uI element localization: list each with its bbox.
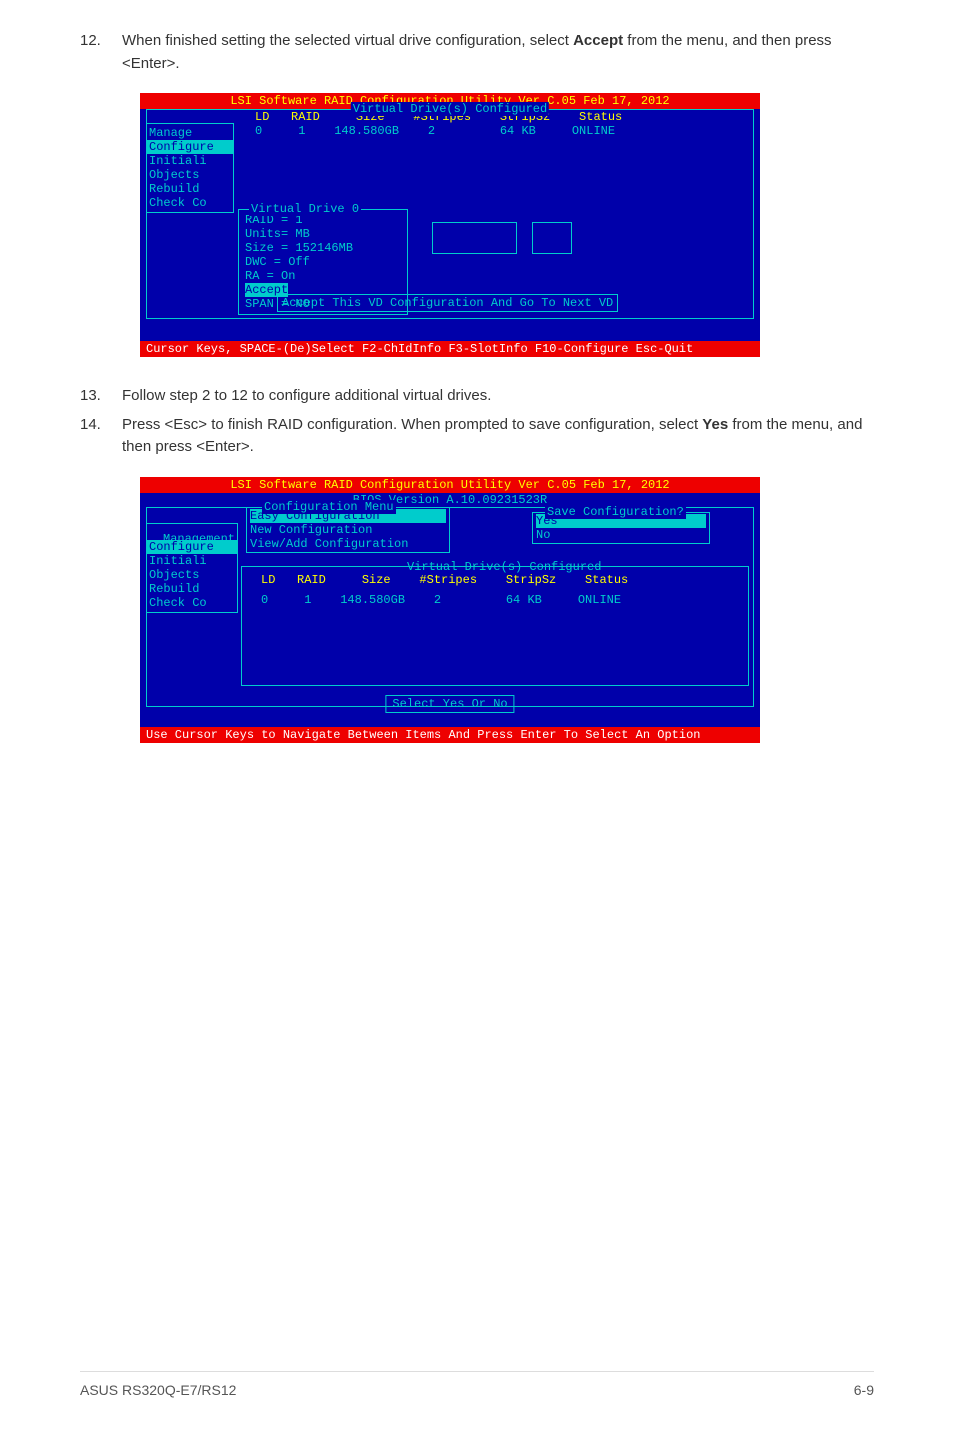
step-text-part: When finished setting the selected virtu… (122, 32, 573, 49)
vd-line[interactable]: SPAN = NO (245, 297, 401, 311)
menu-item[interactable]: Initiali (147, 154, 233, 168)
step-bold: Yes (702, 416, 728, 433)
step-number: 13. (80, 385, 122, 408)
config-menu-title: Configuration Menu (262, 500, 396, 514)
step-text-part: Press <Esc> to finish RAID configuration… (122, 416, 702, 433)
step-number: 12. (80, 30, 122, 75)
menu-item[interactable]: Check Co (147, 596, 237, 610)
bios-footer: Use Cursor Keys to Navigate Between Item… (140, 727, 760, 743)
select-prompt: Select Yes Or No (385, 695, 514, 713)
menu-item[interactable]: Objects (147, 168, 233, 182)
menu-item[interactable]: Manage (147, 126, 233, 140)
vd-rect (432, 222, 517, 254)
bios-screenshot-2: LSI Software RAID Configuration Utility … (140, 477, 760, 743)
vd-line[interactable]: Units= MB (245, 227, 401, 241)
config-menu-item[interactable]: View/Add Configuration (250, 537, 446, 551)
step-text: Follow step 2 to 12 to configure additio… (122, 385, 874, 408)
step-12: 12. When finished setting the selected v… (80, 30, 874, 75)
menu-item[interactable]: Check Co (147, 196, 233, 210)
vd-line[interactable]: DWC = Off (245, 255, 401, 269)
vd-rect (532, 222, 572, 254)
step-13: 13. Follow step 2 to 12 to configure add… (80, 385, 874, 408)
vd-title: Virtual Drive 0 (249, 202, 361, 216)
step-bold: Accept (573, 32, 623, 49)
vd-line-selected[interactable]: Accept (245, 283, 288, 297)
step-number: 14. (80, 414, 122, 459)
config-menu-item[interactable]: New Configuration (250, 523, 446, 537)
configuration-menu: Configuration Menu Easy Configuration Ne… (246, 507, 450, 553)
menu-item[interactable]: Rebuild (147, 582, 237, 596)
vd-configured-label: Virtual Drive(s) Configured (351, 102, 549, 116)
bios-screenshot-1: LSI Software RAID Configuration Utility … (140, 93, 760, 357)
page-footer: ASUS RS320Q-E7/RS12 6-9 (80, 1371, 874, 1398)
save-title: Save Configuration? (545, 505, 686, 519)
save-configuration-box: Save Configuration? Yes No (532, 512, 710, 544)
vd-line[interactable]: RA = On (245, 269, 401, 283)
main-menu: Configure Initiali Objects Rebuild Check… (146, 523, 238, 613)
step-text: When finished setting the selected virtu… (122, 30, 874, 75)
footer-right: 6-9 (854, 1382, 874, 1398)
vd-configured-label: Virtual Drive(s) Configured (407, 560, 601, 574)
menu-item[interactable]: Initiali (147, 554, 237, 568)
vd-line[interactable]: Size = 152146MB (245, 241, 401, 255)
menu-item[interactable]: Objects (147, 568, 237, 582)
bios-footer: Cursor Keys, SPACE-(De)Select F2-ChIdInf… (140, 341, 760, 357)
footer-left: ASUS RS320Q-E7/RS12 (80, 1382, 236, 1398)
save-no[interactable]: No (536, 528, 706, 542)
table-row: 0 1 148.580GB 2 64 KB ONLINE (147, 124, 753, 138)
menu-item-selected[interactable]: Configure (147, 140, 233, 154)
menu-item[interactable]: Rebuild (147, 182, 233, 196)
menu-item-selected[interactable]: Configure (147, 540, 237, 554)
step-text: Press <Esc> to finish RAID configuration… (122, 414, 874, 459)
vd-config-box: Virtual Drive 0 RAID = 1 Units= MB Size … (238, 209, 408, 315)
main-menu: Manage Configure Initiali Objects Rebuil… (146, 123, 234, 213)
step-14: 14. Press <Esc> to finish RAID configura… (80, 414, 874, 459)
bios-title: LSI Software RAID Configuration Utility … (140, 477, 760, 493)
